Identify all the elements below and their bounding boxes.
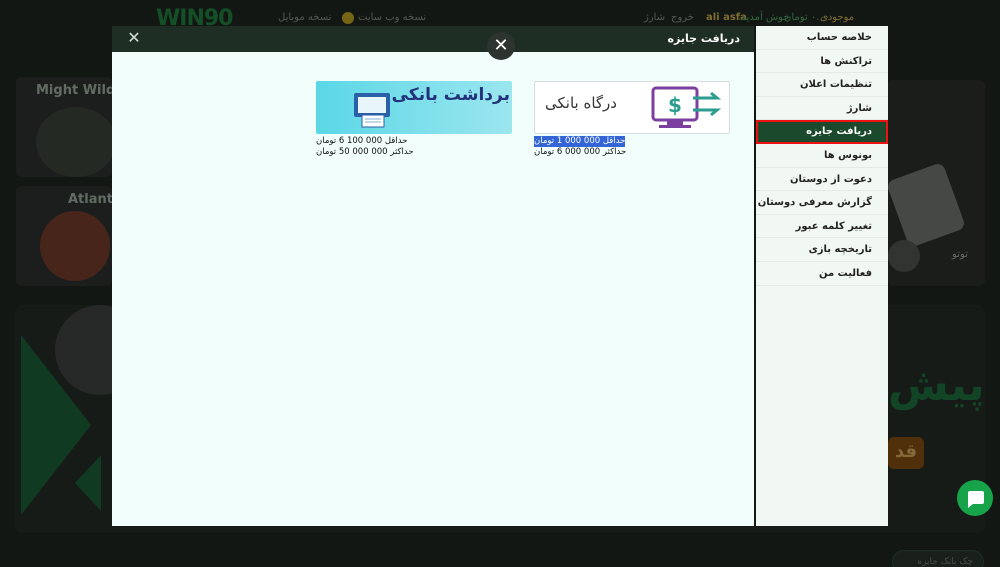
- sidebar-item[interactable]: فعالیت من: [756, 262, 888, 286]
- sidebar-item[interactable]: بونوس ها: [756, 144, 888, 168]
- modal-header: دریافت جایزه ✕: [112, 26, 754, 52]
- sidebar-item[interactable]: تاریخچه بازی: [756, 238, 888, 262]
- bank-withdraw-label: برداشت بانکی: [391, 85, 510, 105]
- bank-withdraw-card[interactable]: برداشت بانکی: [316, 81, 512, 134]
- chat-button[interactable]: [957, 480, 993, 516]
- sidebar-item[interactable]: دعوت از دوستان: [756, 168, 888, 192]
- sidebar-item[interactable]: شارژ: [756, 97, 888, 121]
- withdraw-min-amount: حداقل 000 100 6 تومان: [316, 136, 408, 146]
- sidebar-item[interactable]: خلاصه حساب: [756, 26, 888, 50]
- svg-text:$: $: [668, 93, 682, 117]
- account-sidebar: خلاصه حساب تراکنش ها تنظیمات اعلان شارژ دریا…: [756, 26, 888, 526]
- bank-gateway-icon: $: [651, 86, 721, 128]
- gateway-max-amount: حداکثر 000 000 6 تومان: [534, 147, 627, 157]
- gateway-min-amount: حداقل 000 000 1 تومان: [534, 136, 626, 147]
- close-button[interactable]: ✕: [487, 32, 515, 60]
- sidebar-item[interactable]: دریافت جایزه: [756, 120, 888, 144]
- bank-gateway-label: درگاه بانکی: [545, 94, 617, 112]
- close-icon: ✕: [493, 35, 509, 56]
- sidebar-item[interactable]: گزارش معرفی دوستان: [756, 191, 888, 215]
- sidebar-item[interactable]: تغییر کلمه عبور: [756, 215, 888, 239]
- close-icon[interactable]: ✕: [124, 28, 144, 48]
- modal-title: دریافت جایزه: [667, 32, 740, 45]
- chat-icon: [968, 491, 984, 508]
- bank-gateway-card[interactable]: درگاه بانکی $: [534, 81, 730, 134]
- withdraw-max-amount: حداکثر 000 000 50 تومان: [316, 147, 414, 157]
- sidebar-item[interactable]: تنظیمات اعلان: [756, 73, 888, 97]
- sidebar-item[interactable]: تراکنش ها: [756, 50, 888, 74]
